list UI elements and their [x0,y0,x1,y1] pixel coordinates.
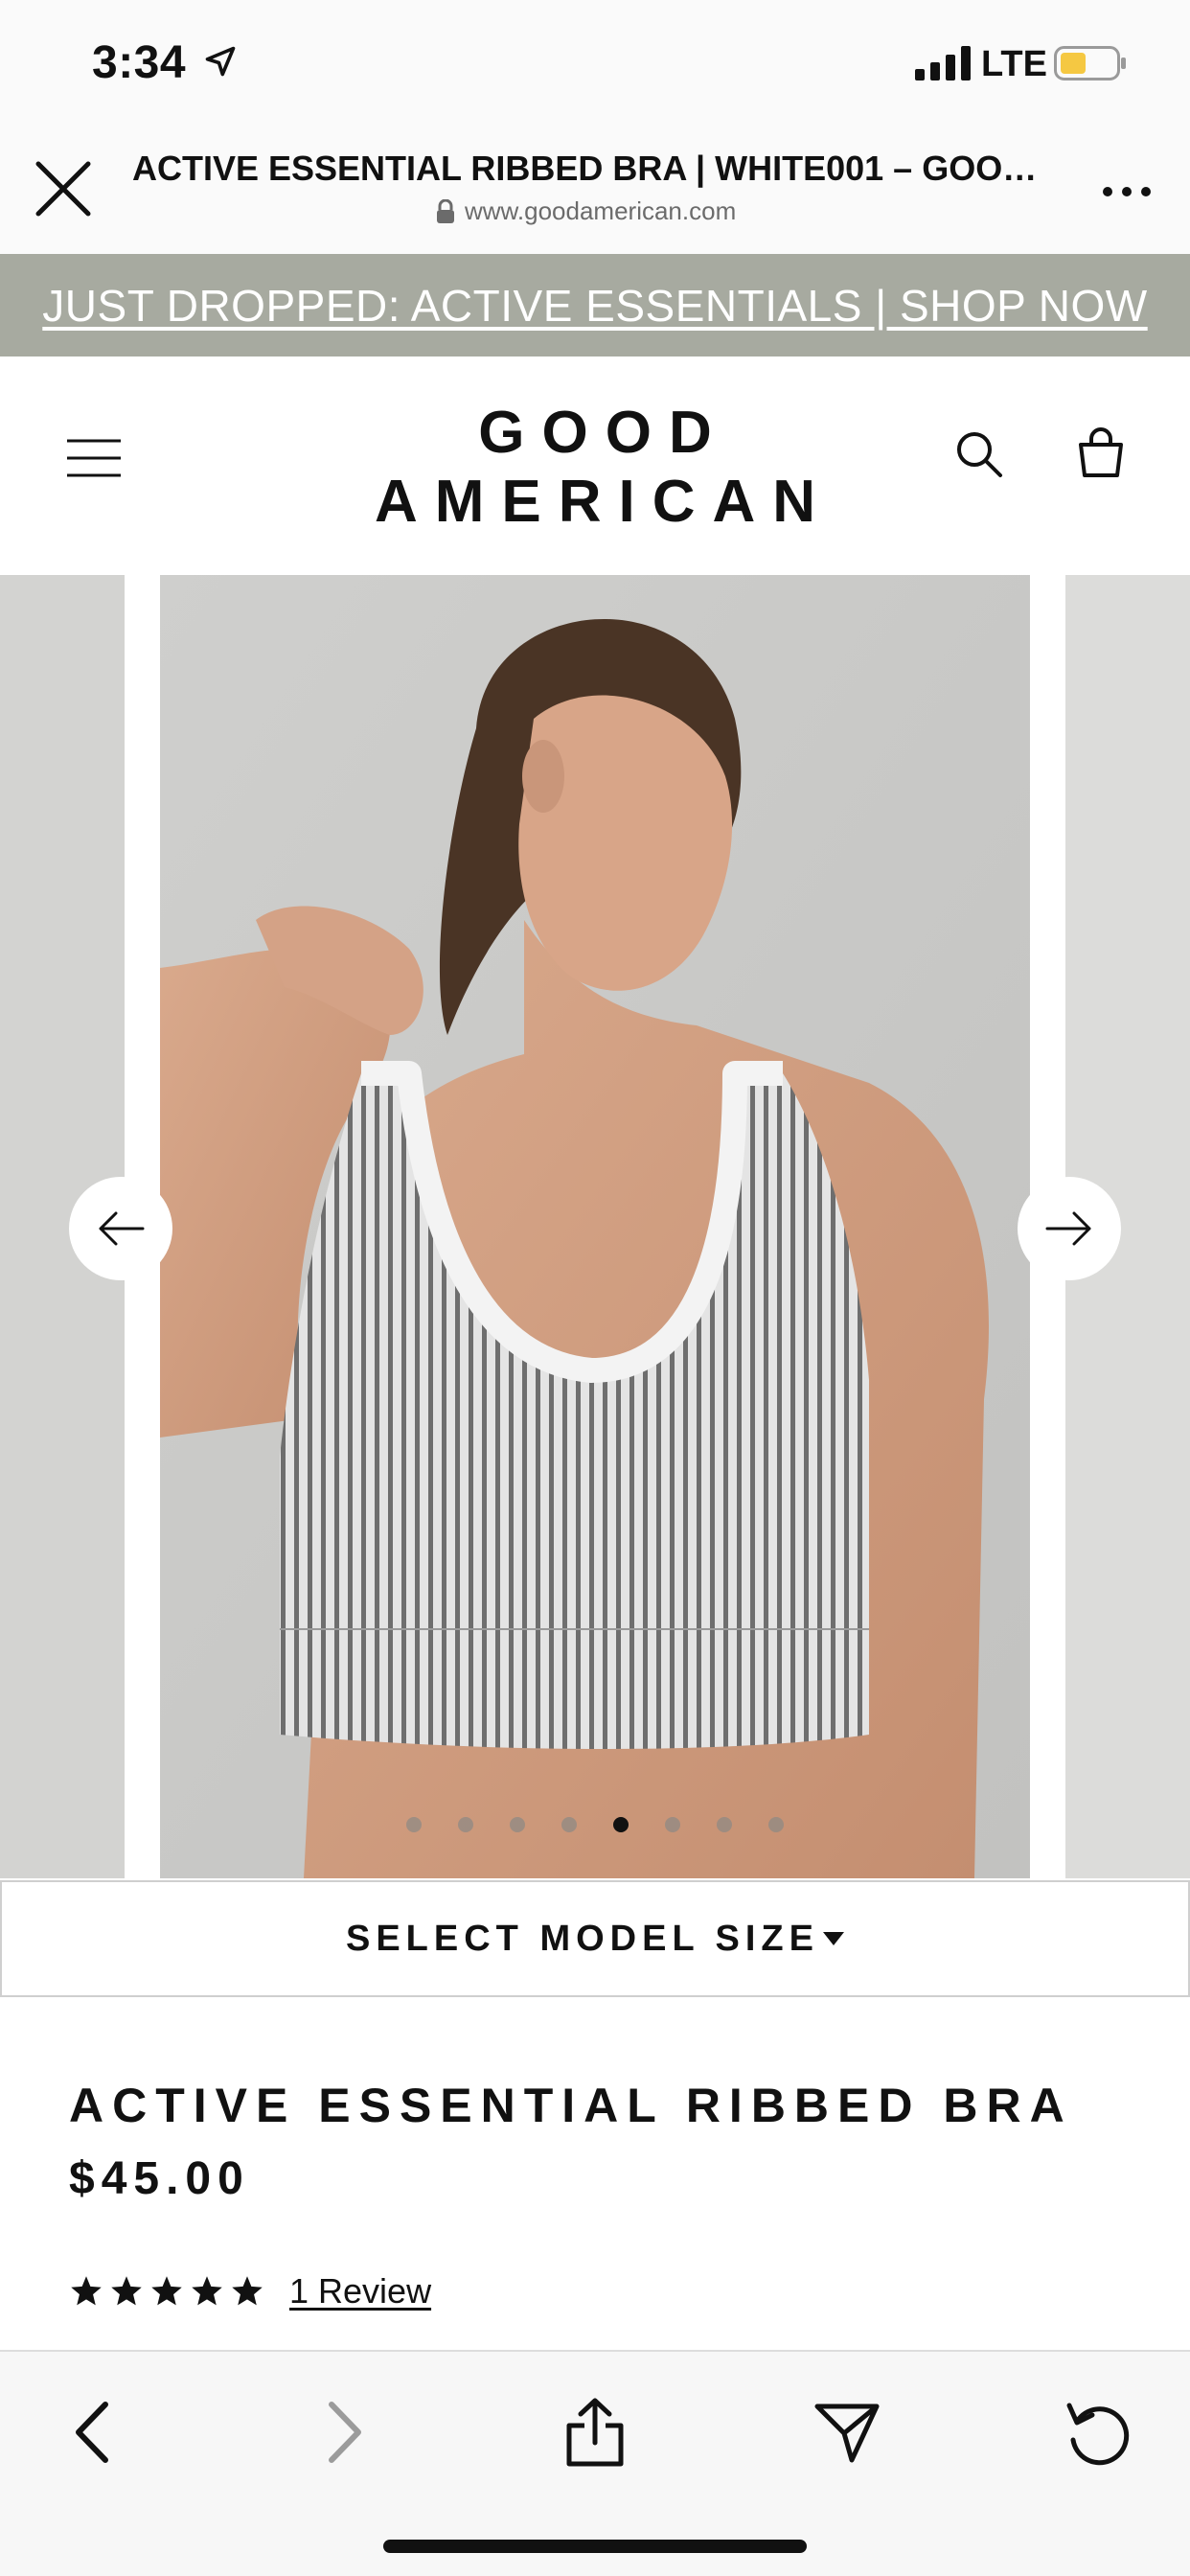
home-indicator[interactable] [383,2540,807,2553]
browser-page-title: ACTIVE ESSENTIAL RIBBED BRA | WHITE001 –… [132,149,1052,188]
search-icon[interactable] [954,429,1004,479]
logo-line-2: AMERICAN [374,469,834,535]
carousel-dot[interactable] [768,1817,784,1832]
back-icon [76,2402,108,2463]
product-image-carousel[interactable] [0,575,1190,1878]
status-bar: 3:34 LTE [0,0,1190,129]
star-icon [192,2276,222,2306]
star-rating [69,2274,264,2309]
rating-row: 1 Review [69,2271,431,2312]
back-button[interactable] [54,2394,130,2471]
lock-icon [437,198,454,223]
send-button[interactable] [809,2394,885,2471]
forward-button[interactable] [307,2394,383,2471]
carousel-dots [0,1817,1190,1832]
product-name: ACTIVE ESSENTIAL RIBBED BRA [69,2079,1073,2132]
url-text: www.goodamerican.com [465,196,737,225]
carousel-dot[interactable] [510,1817,525,1832]
battery-icon [1054,46,1126,80]
carousel-dot[interactable] [613,1817,629,1832]
star-icon [151,2276,182,2306]
star-icon [111,2276,142,2306]
carousel-next-button[interactable] [1018,1177,1121,1280]
model-photo [160,575,1030,1878]
status-time: 3:34 [92,37,187,88]
star-icon [232,2276,263,2306]
signal-icon [915,46,971,80]
logo-line-1: GOOD [478,400,729,466]
carousel-dot[interactable] [406,1817,422,1832]
more-options-icon[interactable] [1100,177,1154,206]
browser-bar: ACTIVE ESSENTIAL RIBBED BRA | WHITE001 –… [0,129,1190,254]
url-row[interactable]: www.goodamerican.com [436,196,736,226]
location-arrow-icon [205,46,236,77]
carousel-dot[interactable] [717,1817,732,1832]
shopping-bag-icon[interactable] [1077,427,1125,479]
reviews-link[interactable]: 1 Review [289,2271,431,2312]
caret-down-icon [823,1932,844,1945]
star-icon [71,2276,102,2306]
brand-logo[interactable]: GOOD AMERICAN [0,399,1190,537]
close-icon[interactable] [33,158,94,219]
reload-icon [1066,2403,1130,2466]
arrow-left-icon [99,1211,145,1246]
carousel-dot[interactable] [458,1817,473,1832]
select-model-size-dropdown[interactable]: SELECT MODEL SIZE [0,1880,1190,1997]
send-icon [814,2404,880,2463]
forward-icon [329,2402,361,2463]
site-header: GOOD AMERICAN [0,356,1190,575]
product-price: $45.00 [69,2153,250,2204]
network-type: LTE [981,44,1047,84]
carousel-dot[interactable] [561,1817,577,1832]
share-icon [566,2398,624,2467]
promo-banner: JUST DROPPED: ACTIVE ESSENTIALS | SHOP N… [0,254,1190,356]
model-size-label: SELECT MODEL SIZE [345,1918,819,1959]
reload-button[interactable] [1060,2394,1136,2471]
share-button[interactable] [557,2394,633,2471]
promo-link[interactable]: JUST DROPPED: ACTIVE ESSENTIALS | SHOP N… [42,280,1147,332]
carousel-dot[interactable] [665,1817,680,1832]
browser-toolbar [0,2350,1190,2576]
product-image[interactable] [160,575,1030,1878]
arrow-right-icon [1045,1211,1091,1246]
carousel-prev-button[interactable] [69,1177,172,1280]
